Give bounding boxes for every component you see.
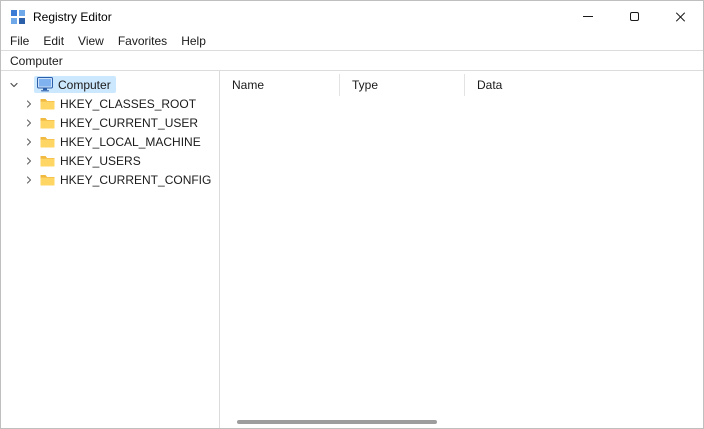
tree-item-hkey-local-machine[interactable]: HKEY_LOCAL_MACHINE [1,132,219,151]
folder-icon [40,98,55,110]
folder-icon [40,174,55,186]
maximize-icon [630,12,639,21]
tree-item-computer-body[interactable]: Computer [34,76,116,93]
close-icon [675,11,686,22]
list-body [220,96,703,428]
tree-item-label: HKEY_CURRENT_CONFIG [60,173,211,187]
tree-item-hkey-current-user[interactable]: HKEY_CURRENT_USER [1,113,219,132]
menu-item-edit[interactable]: Edit [36,32,71,50]
maximize-button[interactable] [611,1,657,32]
tree-pane: Computer HKEY_CLASSES_ROOT [1,71,220,428]
chevron-right-icon[interactable] [21,113,37,132]
scrollbar-thumb[interactable] [237,420,437,424]
folder-icon [40,136,55,148]
computer-icon [37,77,53,92]
column-header-data[interactable]: Data [465,74,703,96]
menu-bar: File Edit View Favorites Help [1,32,703,50]
minimize-icon [583,16,593,17]
horizontal-scrollbar[interactable] [224,419,699,425]
tree-item-computer[interactable]: Computer [1,75,219,94]
tree-item-label: HKEY_CLASSES_ROOT [60,97,196,111]
tree-item-hkey-current-config[interactable]: HKEY_CURRENT_CONFIG [1,170,219,189]
registry-editor-window: Registry Editor File Edit View Favorites… [0,0,704,429]
tree-item-label: HKEY_USERS [60,154,141,168]
title-bar: Registry Editor [1,1,703,32]
list-pane: Name Type Data [220,71,703,428]
close-button[interactable] [657,1,703,32]
menu-item-file[interactable]: File [3,32,36,50]
chevron-right-icon[interactable] [21,170,37,189]
folder-icon [40,155,55,167]
menu-item-help[interactable]: Help [174,32,213,50]
window-title: Registry Editor [33,10,112,24]
chevron-right-icon[interactable] [21,94,37,113]
window-controls [565,1,703,32]
main-area: Computer HKEY_CLASSES_ROOT [1,71,703,428]
minimize-button[interactable] [565,1,611,32]
tree-item-label: HKEY_CURRENT_USER [60,116,198,130]
chevron-right-icon[interactable] [21,132,37,151]
tree-item-hkey-classes-root[interactable]: HKEY_CLASSES_ROOT [1,94,219,113]
menu-item-favorites[interactable]: Favorites [111,32,174,50]
tree-item-label: Computer [58,78,111,92]
regedit-app-icon [10,9,26,25]
list-header: Name Type Data [220,74,703,96]
tree-item-hkey-users[interactable]: HKEY_USERS [1,151,219,170]
chevron-down-icon[interactable] [7,75,34,94]
address-bar[interactable]: Computer [1,50,703,71]
address-bar-value: Computer [10,54,63,68]
column-header-name[interactable]: Name [220,74,340,96]
chevron-right-icon[interactable] [21,151,37,170]
column-header-type[interactable]: Type [340,74,465,96]
menu-item-view[interactable]: View [71,32,111,50]
tree-item-label: HKEY_LOCAL_MACHINE [60,135,201,149]
folder-icon [40,117,55,129]
